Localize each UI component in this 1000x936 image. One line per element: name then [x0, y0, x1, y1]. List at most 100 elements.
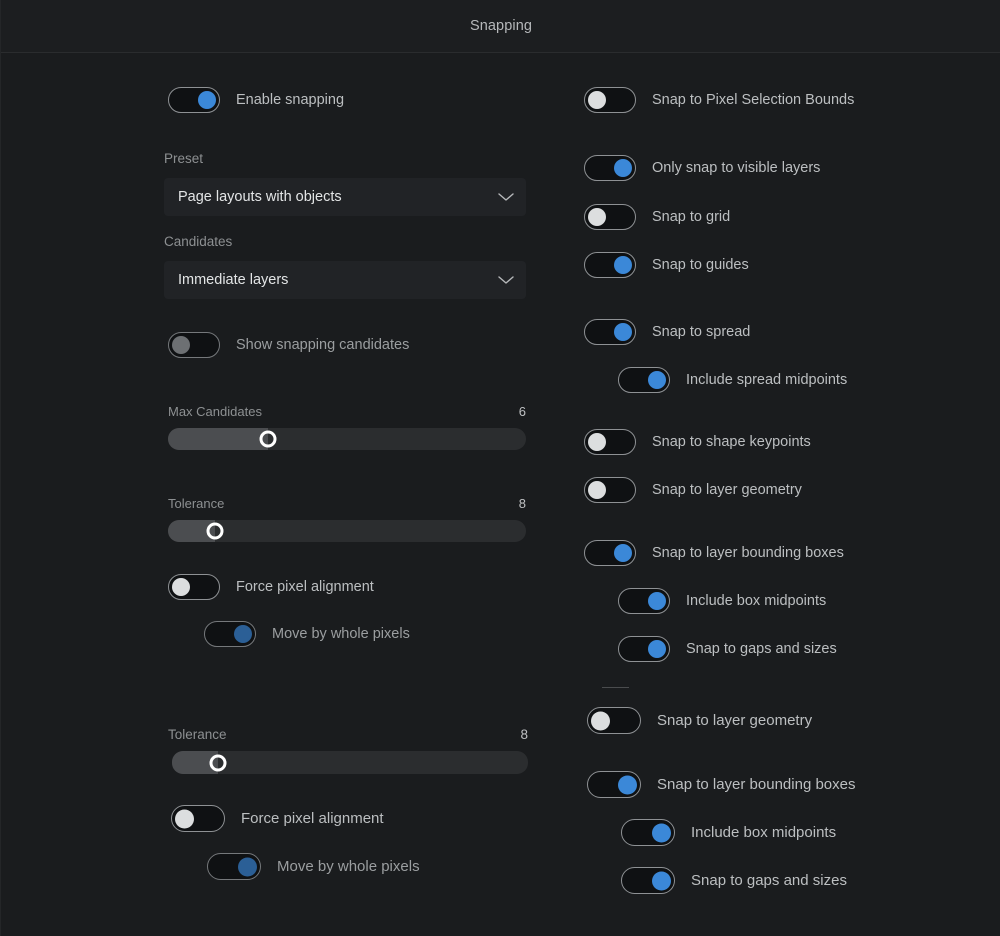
label-snap-to-pixel-selection-bounds: Snap to Pixel Selection Bounds: [652, 92, 855, 108]
toggle-snap-to-grid[interactable]: [584, 204, 636, 230]
label-snap-to-layer-bounding-boxes-2: Snap to layer bounding boxes: [657, 776, 856, 793]
setting-row-snap-to-layer-geometry[interactable]: Snap to layer geometry: [584, 477, 802, 503]
label-snap-to-grid: Snap to grid: [652, 209, 731, 225]
dropdown-candidates[interactable]: Immediate layers: [164, 261, 526, 299]
toggle-knob: [175, 809, 194, 828]
setting-row-enable-snapping[interactable]: Enable snapping: [168, 87, 344, 113]
slider-thumb[interactable]: [259, 430, 277, 448]
label-force-pixel-alignment: Force pixel alignment: [236, 579, 374, 595]
setting-row-snap-to-spread[interactable]: Snap to spread: [584, 319, 750, 345]
toggle-knob: [618, 775, 637, 794]
label-candidates: Candidates: [164, 234, 233, 249]
setting-row-show-snapping-candidates[interactable]: Show snapping candidates: [168, 332, 409, 358]
toggle-knob: [238, 857, 257, 876]
setting-row-include-box-midpoints[interactable]: Include box midpoints: [618, 588, 826, 614]
setting-row-force-pixel-alignment-2[interactable]: Force pixel alignment: [171, 805, 384, 832]
snapping-settings-panel: Snapping Enable snapping Preset Page lay…: [0, 0, 1000, 936]
label-snap-to-layer-bounding-boxes: Snap to layer bounding boxes: [652, 545, 844, 561]
toggle-snap-to-layer-geometry[interactable]: [584, 477, 636, 503]
slider-max-candidates[interactable]: [168, 428, 526, 450]
toggle-snap-to-gaps-and-sizes[interactable]: [618, 636, 670, 662]
label-max-candidates: Max Candidates: [168, 404, 262, 419]
toggle-snap-to-spread[interactable]: [584, 319, 636, 345]
toggle-knob: [591, 711, 610, 730]
toggle-knob: [172, 336, 190, 354]
toggle-knob: [652, 871, 671, 890]
slider-tolerance-2[interactable]: [172, 751, 528, 774]
setting-row-snap-to-gaps-and-sizes-2[interactable]: Snap to gaps and sizes: [621, 867, 847, 894]
chevron-down-icon: [498, 275, 514, 285]
toggle-move-by-whole-pixels[interactable]: [204, 621, 256, 647]
setting-row-include-box-midpoints-2[interactable]: Include box midpoints: [621, 819, 836, 846]
toggle-knob: [588, 91, 606, 109]
setting-row-move-by-whole-pixels[interactable]: Move by whole pixels: [204, 621, 410, 647]
label-snap-to-guides: Snap to guides: [652, 257, 749, 273]
toggle-knob: [614, 159, 632, 177]
label-snap-to-shape-keypoints: Snap to shape keypoints: [652, 434, 811, 450]
toggle-only-snap-to-visible-layers[interactable]: [584, 155, 636, 181]
setting-row-snap-to-layer-bounding-boxes-2[interactable]: Snap to layer bounding boxes: [587, 771, 855, 798]
toggle-force-pixel-alignment[interactable]: [168, 574, 220, 600]
setting-row-snap-to-gaps-and-sizes[interactable]: Snap to gaps and sizes: [618, 636, 837, 662]
toggle-include-box-midpoints-2[interactable]: [621, 819, 675, 846]
setting-row-snap-to-grid[interactable]: Snap to grid: [584, 204, 730, 230]
toggle-knob: [614, 256, 632, 274]
dropdown-preset[interactable]: Page layouts with objects: [164, 178, 526, 216]
label-only-snap-to-visible-layers: Only snap to visible layers: [652, 160, 821, 176]
label-snap-to-layer-geometry-2: Snap to layer geometry: [657, 712, 813, 729]
toggle-snap-to-layer-bounding-boxes[interactable]: [584, 540, 636, 566]
label-include-box-midpoints-2: Include box midpoints: [691, 824, 837, 841]
chevron-down-icon: [498, 192, 514, 202]
setting-row-include-spread-midpoints[interactable]: Include spread midpoints: [618, 367, 847, 393]
toggle-snap-to-pixel-selection-bounds[interactable]: [584, 87, 636, 113]
toggle-snap-to-gaps-and-sizes-2[interactable]: [621, 867, 675, 894]
setting-row-snap-to-guides[interactable]: Snap to guides: [584, 252, 749, 278]
titlebar: Snapping: [1, 0, 1000, 53]
label-tolerance-2: Tolerance: [168, 727, 227, 742]
label-snap-to-gaps-and-sizes: Snap to gaps and sizes: [686, 641, 837, 657]
label-snap-to-gaps-and-sizes-2: Snap to gaps and sizes: [691, 872, 847, 889]
toggle-enable-snapping[interactable]: [168, 87, 220, 113]
slider-thumb[interactable]: [209, 754, 227, 771]
label-include-spread-midpoints: Include spread midpoints: [686, 372, 848, 388]
left-settings-column: Enable snapping Preset Page layouts with…: [1, 53, 561, 936]
toggle-knob: [648, 640, 666, 658]
setting-row-force-pixel-alignment[interactable]: Force pixel alignment: [168, 574, 374, 600]
toggle-knob: [588, 433, 606, 451]
toggle-knob: [648, 592, 666, 610]
label-force-pixel-alignment-2: Force pixel alignment: [241, 810, 384, 827]
slider-thumb[interactable]: [206, 522, 224, 540]
setting-row-snap-to-shape-keypoints[interactable]: Snap to shape keypoints: [584, 429, 811, 455]
label-snap-to-spread: Snap to spread: [652, 324, 751, 340]
toggle-snap-to-layer-geometry-2[interactable]: [587, 707, 641, 734]
value-tolerance-2: 8: [520, 727, 528, 742]
toggle-snap-to-layer-bounding-boxes-2[interactable]: [587, 771, 641, 798]
setting-row-snap-to-layer-bounding-boxes[interactable]: Snap to layer bounding boxes: [584, 540, 844, 566]
setting-row-only-snap-to-visible-layers[interactable]: Only snap to visible layers: [584, 155, 820, 181]
toggle-knob: [652, 823, 671, 842]
slider-tolerance[interactable]: [168, 520, 526, 542]
label-enable-snapping: Enable snapping: [236, 92, 345, 108]
toggle-snap-to-guides[interactable]: [584, 252, 636, 278]
value-tolerance: 8: [518, 496, 526, 511]
toggle-include-spread-midpoints[interactable]: [618, 367, 670, 393]
dropdown-preset-value: Page layouts with objects: [178, 189, 342, 205]
toggle-move-by-whole-pixels-2[interactable]: [207, 853, 261, 880]
setting-row-move-by-whole-pixels-2[interactable]: Move by whole pixels: [207, 853, 420, 880]
label-show-snapping-candidates: Show snapping candidates: [236, 337, 410, 353]
label-include-box-midpoints: Include box midpoints: [686, 593, 827, 609]
setting-row-snap-to-layer-geometry-2[interactable]: Snap to layer geometry: [587, 707, 812, 734]
label-preset: Preset: [164, 151, 204, 166]
toggle-force-pixel-alignment-2[interactable]: [171, 805, 225, 832]
label-snap-to-layer-geometry: Snap to layer geometry: [652, 482, 802, 498]
toggle-knob: [614, 323, 632, 341]
section-divider: [602, 687, 629, 688]
slider-fill: [168, 428, 269, 450]
toggle-knob: [588, 481, 606, 499]
toggle-show-snapping-candidates[interactable]: [168, 332, 220, 358]
toggle-include-box-midpoints[interactable]: [618, 588, 670, 614]
dropdown-candidates-value: Immediate layers: [178, 272, 289, 288]
toggle-snap-to-shape-keypoints[interactable]: [584, 429, 636, 455]
setting-row-snap-to-pixel-selection-bounds[interactable]: Snap to Pixel Selection Bounds: [584, 87, 854, 113]
right-settings-column: Snap to Pixel Selection Bounds Only snap…: [561, 53, 1000, 936]
